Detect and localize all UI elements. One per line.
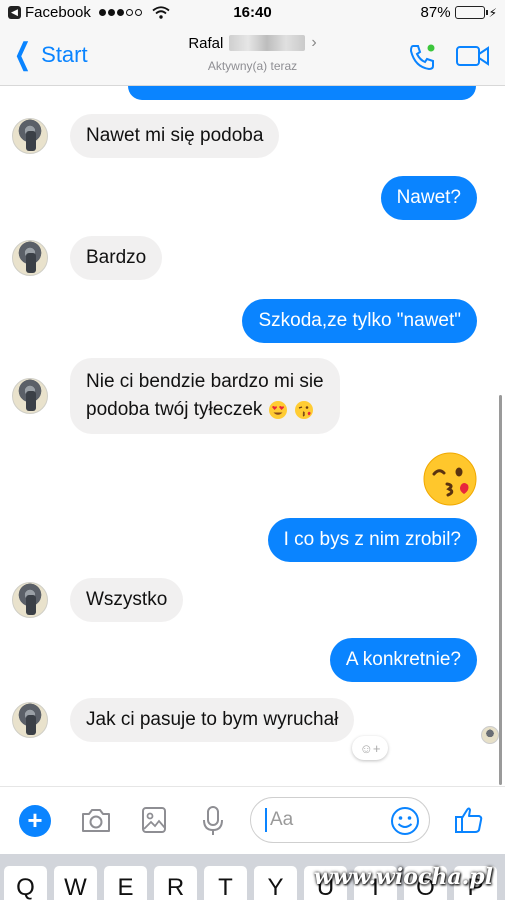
contact-avatar[interactable] [12,240,48,276]
message-line-row: podoba twój tyłeczek [86,396,324,424]
message-outgoing: A konkretnie? [329,638,477,682]
contact-avatar[interactable] [12,378,48,414]
contact-avatar[interactable] [12,702,48,738]
message-outgoing: Nawet? [380,176,477,220]
microphone-icon[interactable] [200,805,226,837]
message-bubble[interactable]: Nawet? [380,176,477,220]
chevron-right-icon: › [311,34,317,51]
contact-name-row: Rafal › [188,34,316,52]
video-camera-icon[interactable] [455,44,491,68]
smiley-plus-icon: ☺+ [359,740,381,756]
message-bubble[interactable]: A konkretnie? [329,638,477,682]
message-bubble[interactable]: Szkoda,ze tylko "nawet" [242,299,477,343]
phone-call-icon[interactable] [407,42,437,72]
kissing-heart-emoji-icon [295,401,314,419]
image-icon[interactable] [140,805,168,835]
contact-avatar[interactable] [12,118,48,154]
heart-eyes-emoji-icon [269,401,288,419]
kissing-heart-emoji-icon[interactable] [421,450,479,508]
add-reaction-button[interactable]: ☺+ [352,736,388,760]
key[interactable]: E [104,866,147,900]
text-caret [265,808,267,832]
composer-bar: + Aa [0,786,505,854]
status-right: 87% ⚡ [421,4,497,21]
message-thread[interactable]: Nawet mi się podoba Nawet? Bardzo Szkoda… [0,86,505,786]
key[interactable]: R [154,866,197,900]
plus-icon[interactable]: + [19,805,51,837]
camera-icon[interactable] [80,805,112,835]
partial-outgoing-bubble [128,86,476,100]
key[interactable]: T [204,866,247,900]
key[interactable]: Q [4,866,47,900]
message-line: podoba twój tyłeczek [86,399,263,420]
watermark: www.wiocha.pl [313,864,493,890]
message-bubble[interactable]: Jak ci pasuje to bym wyruchał [70,698,355,742]
battery-icon [454,6,488,19]
smiley-icon[interactable] [389,805,421,837]
battery-percent: 87% [420,4,451,21]
message-bubble[interactable]: I co bys z nim zrobil? [267,518,477,562]
message-outgoing: Szkoda,ze tylko "nawet" [242,299,477,343]
key[interactable]: W [54,866,97,900]
message-input-placeholder: Aa [270,809,294,830]
message-incoming: Nawet mi się podoba [12,114,280,158]
message-line: Nie ci bendzie bardzo mi sie [86,371,324,392]
message-bubble[interactable]: Nawet mi się podoba [70,114,280,158]
scrollbar[interactable] [499,395,502,785]
contact-avatar[interactable] [12,582,48,618]
keyboard: Q W E R T Y U I O P www.wiocha.pl [0,854,505,900]
message-outgoing: I co bys z nim zrobil? [267,518,477,562]
message-incoming: Jak ci pasuje to bym wyruchał [12,698,355,742]
message-bubble[interactable]: Bardzo [70,236,163,280]
chat-header: ❮ Start Rafal › Aktywny(a) teraz [0,28,505,86]
thumbs-up-icon[interactable] [453,804,485,836]
message-incoming: Nie ci bendzie bardzo mi sie podoba twój… [12,358,340,434]
key[interactable]: Y [254,866,297,900]
message-incoming: Wszystko [12,578,184,622]
seen-receipt-avatar [481,726,499,744]
charging-icon: ⚡ [488,5,497,20]
blurred-surname [229,35,306,51]
message-bubble[interactable]: Nie ci bendzie bardzo mi sie podoba twój… [70,358,340,434]
status-bar: ◀ Facebook 16:40 87% ⚡ [0,0,505,28]
message-bubble[interactable]: Wszystko [70,578,184,622]
message-incoming: Bardzo [12,236,163,280]
contact-name: Rafal [188,34,224,52]
